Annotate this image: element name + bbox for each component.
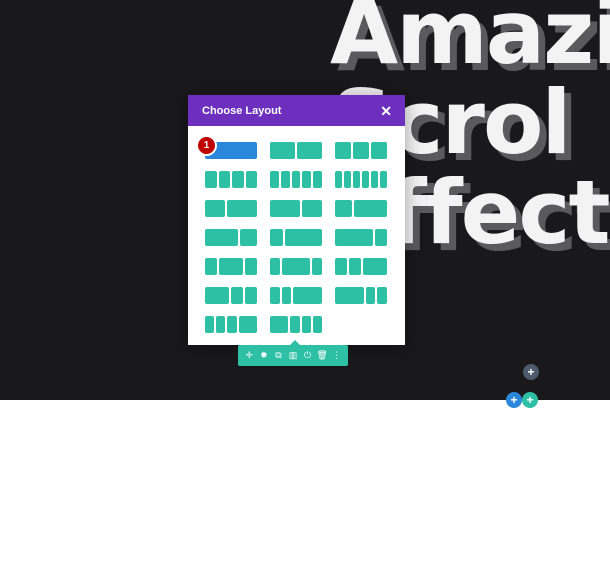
layout-column-block <box>280 171 290 188</box>
layout-column-block <box>335 200 352 217</box>
layout-column-block <box>377 287 387 304</box>
layout-column-block <box>362 171 369 188</box>
layout-column-block <box>281 258 311 275</box>
row-toolbar: ✛ ✹ ⧉ ▥ ⏻ 🗑 ⋮ <box>238 340 348 366</box>
choose-layout-modal: Choose Layout ✕ 1 <box>188 95 405 345</box>
layout-column-block <box>353 142 369 159</box>
layout-column-block <box>365 287 376 304</box>
layout-column-block <box>301 316 311 333</box>
more-icon[interactable]: ⋮ <box>331 350 343 362</box>
layout-column-block <box>335 171 342 188</box>
layout-column-block <box>349 258 361 275</box>
layout-column-block <box>270 229 283 246</box>
layout-column-block <box>270 142 295 159</box>
trash-icon[interactable]: 🗑 <box>316 350 328 362</box>
layout-option[interactable] <box>270 258 322 275</box>
layout-option[interactable] <box>335 258 387 275</box>
layout-column-block <box>353 200 387 217</box>
modal-title: Choose Layout <box>202 104 282 117</box>
layout-column-block <box>240 229 257 246</box>
layout-column-block <box>313 171 322 188</box>
step-badge: 1 <box>198 137 215 154</box>
layout-column-block <box>270 200 300 217</box>
layout-option[interactable] <box>205 200 257 217</box>
layout-column-block <box>291 171 301 188</box>
power-icon[interactable]: ⏻ <box>302 350 314 362</box>
layout-column-block <box>312 316 323 333</box>
layout-column-block <box>205 258 217 275</box>
layout-column-block <box>290 316 300 333</box>
add-row-button[interactable]: + <box>523 364 539 380</box>
layout-grid <box>205 142 390 333</box>
layout-column-block <box>245 258 257 275</box>
layout-option[interactable] <box>270 229 322 246</box>
layout-option[interactable] <box>335 287 387 304</box>
layout-column-block <box>374 229 387 246</box>
layout-column-block <box>205 200 225 217</box>
layout-column-block <box>227 316 237 333</box>
layout-option[interactable] <box>270 142 322 159</box>
layout-option[interactable] <box>270 171 322 188</box>
layout-column-block <box>270 258 280 275</box>
layout-option[interactable] <box>205 287 257 304</box>
layout-column-block <box>227 200 257 217</box>
layout-column-block <box>297 142 322 159</box>
layout-column-block <box>363 258 387 275</box>
layout-option[interactable] <box>335 200 387 217</box>
layout-column-block <box>219 258 243 275</box>
add-module-button[interactable]: + <box>522 392 538 408</box>
layout-column-block <box>205 287 229 304</box>
headline-line-1: Amazi <box>330 0 610 84</box>
layout-option[interactable] <box>205 229 257 246</box>
layout-option[interactable] <box>335 229 387 246</box>
layout-column-block <box>335 142 351 159</box>
layout-option[interactable] <box>335 142 387 159</box>
layout-column-block <box>293 287 322 304</box>
layout-column-block <box>231 287 243 304</box>
layout-option[interactable] <box>270 200 322 217</box>
layout-option[interactable] <box>335 171 387 188</box>
duplicate-icon[interactable]: ⧉ <box>272 350 284 362</box>
layout-column-block <box>344 171 351 188</box>
layout-column-block <box>245 287 257 304</box>
layout-column-block <box>371 142 387 159</box>
layout-column-block <box>205 229 239 246</box>
layout-column-block <box>312 258 322 275</box>
layout-column-block <box>335 258 347 275</box>
layout-option[interactable] <box>205 171 257 188</box>
layout-column-block <box>302 200 322 217</box>
move-icon[interactable]: ✛ <box>243 350 255 362</box>
layout-column-block <box>218 171 230 188</box>
layout-option[interactable] <box>270 316 323 333</box>
modal-header: Choose Layout ✕ <box>188 95 405 126</box>
layout-column-block <box>238 316 258 333</box>
layout-option[interactable] <box>270 287 322 304</box>
close-icon[interactable]: ✕ <box>380 104 392 118</box>
layout-option[interactable] <box>205 316 258 333</box>
layout-column-block <box>205 171 217 188</box>
layout-column-block <box>335 287 364 304</box>
layout-column-block <box>216 316 226 333</box>
add-section-button[interactable]: + <box>506 392 522 408</box>
layout-column-block <box>232 171 244 188</box>
layout-column-block <box>302 171 312 188</box>
layout-option[interactable] <box>205 258 257 275</box>
layout-column-block <box>270 316 289 333</box>
layout-column-block <box>380 171 387 188</box>
layout-column-block <box>335 229 373 246</box>
columns-icon[interactable]: ▥ <box>287 350 299 362</box>
layout-column-block <box>281 287 292 304</box>
layout-column-block <box>270 171 279 188</box>
layout-column-block <box>245 171 257 188</box>
layout-column-block <box>270 287 280 304</box>
layout-column-block <box>371 171 378 188</box>
gear-icon[interactable]: ✹ <box>258 350 270 362</box>
layout-column-block <box>284 229 322 246</box>
layout-column-block <box>353 171 360 188</box>
layout-column-block <box>205 316 215 333</box>
